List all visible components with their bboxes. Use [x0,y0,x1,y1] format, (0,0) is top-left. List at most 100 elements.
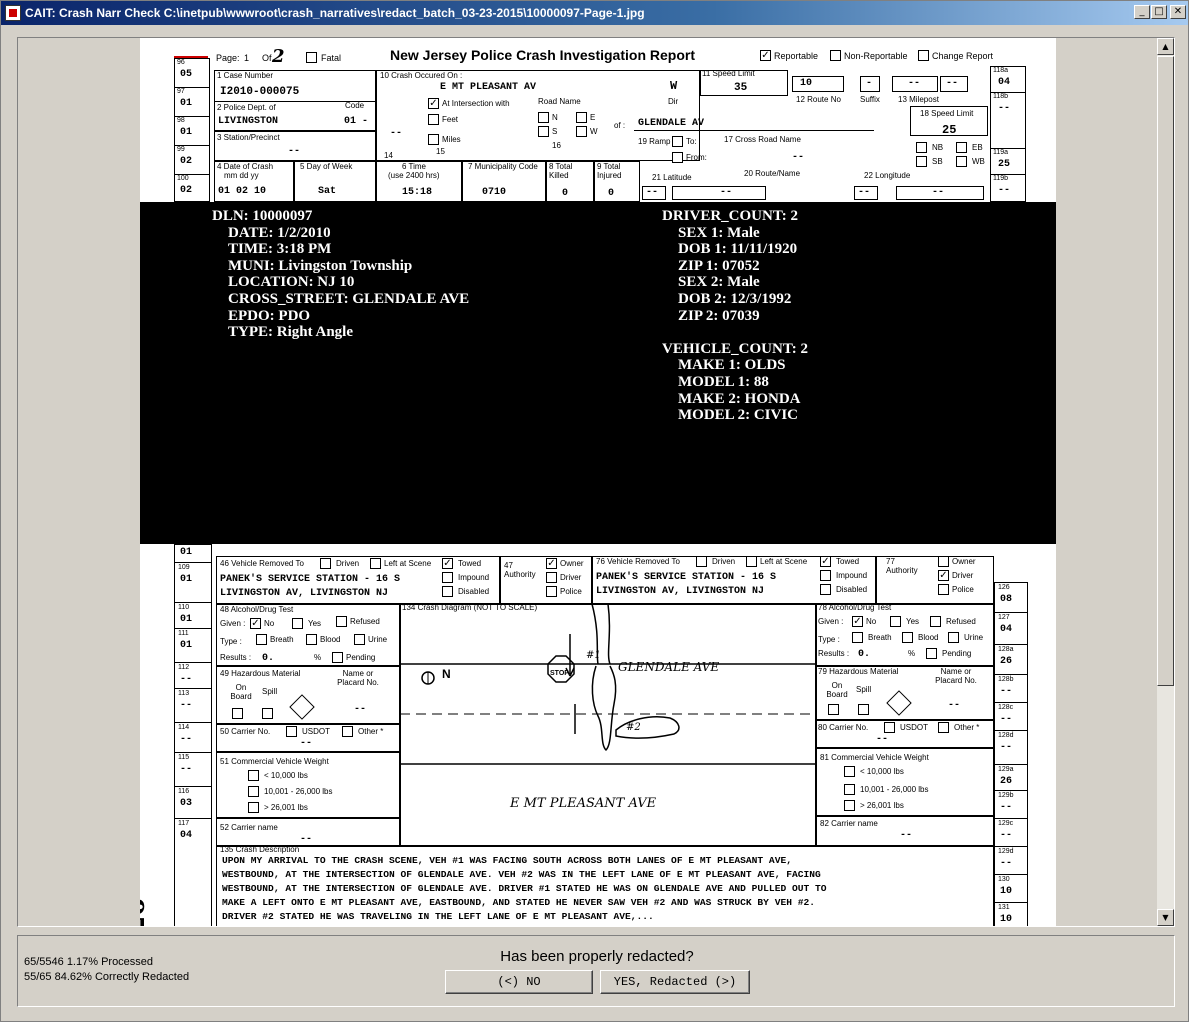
v1-hazmat-label: 49 Hazardous Material [220,669,301,678]
yes-redacted-button[interactable]: YES, Redacted (>) [600,970,750,994]
v1-removed-line1: PANEK'S SERVICE STATION - 16 S [220,574,401,585]
side-divider [174,145,210,146]
west-label: W [590,127,598,136]
image-viewer[interactable]: Page: 1 Of 2 Fatal New Jersey Police Cra… [17,37,1175,927]
feet-checkbox [428,114,439,125]
redaction-block: DLN: 10000097 DATE: 1/2/2010 TIME: 3:18 PM… [140,202,1056,544]
station-label: 3 Station/Precinct [217,133,280,142]
v1-breath-checkbox [256,634,267,645]
milepost-value: -- [908,78,921,89]
form-title: New Jersey Police Crash Investigation Re… [390,47,695,63]
side-code-label: 128c [998,704,1014,711]
fatal-label: Fatal [321,53,342,63]
side-divider [174,116,210,117]
side-code-label: 130 [998,876,1010,883]
side-divider [994,818,1028,819]
pleasant-handwritten: E MT PLEASANT AVE [510,796,657,811]
side-divider [990,92,1026,93]
vertical-scrollbar[interactable]: ▲ ▼ [1157,38,1174,926]
redaction-line: ZIP 2: 07039 [678,307,760,324]
wb-checkbox [956,156,967,167]
v2-pending-label: Pending [942,649,972,658]
review-question: Has been properly redacted? [500,948,694,965]
v2-disabled-checkbox [820,584,831,595]
crash-description-label: 135 Crash Description [220,845,300,854]
v2-breath-checkbox [852,632,863,643]
side-code-label: 129d [998,848,1014,855]
police-dept-label: 2 Police Dept. of [217,103,276,112]
maximize-button[interactable]: □ [1151,5,1167,19]
review-panel: 65/5546 1.17% Processed 55/65 84.62% Cor… [17,935,1175,1007]
v2-removed-line2: LIVINGSTON AV, LIVINGSTON NJ [596,586,765,597]
v1-removed-label: 46 Vehicle Removed To [220,559,304,568]
v2-usdot-checkbox [884,722,895,733]
side-code-value: 25 [998,159,1011,170]
side-code-value: 01 [180,127,193,138]
v2-refused-label: Refused [946,617,976,626]
v1-owner-checkbox: ✓ [546,558,557,569]
side-code-label: 100 [177,175,189,182]
police-dept-value: LIVINGSTON [218,116,279,127]
side-code-value: -- [1000,802,1013,813]
dow-label: 5 Day of Week [300,162,353,171]
v1-urine-label: Urine [368,635,388,644]
v2-police-checkbox [938,584,949,595]
non-reportable-checkbox [830,50,841,61]
side-code-label: 126 [998,584,1010,591]
side-divider [174,662,212,663]
v1-left-scene-checkbox [370,558,381,569]
title-bar[interactable]: CAIT: Crash Narr Check C:\inetpub\wwwroo… [1,1,1188,25]
scroll-down-icon[interactable]: ▼ [1157,909,1174,926]
v1-impound-label: Impound [458,573,490,582]
close-button[interactable]: ✕ [1170,5,1186,19]
v1-on-board-checkbox [232,708,243,719]
injured-value: 0 [608,188,615,199]
v2-driver-checkbox: ✓ [938,570,949,581]
side-divider [174,562,212,563]
side-code-label: 128d [998,732,1014,739]
side-divider [994,764,1028,765]
v2-placard-label: Name or Placard No. [935,667,977,685]
north-checkbox [538,112,549,123]
occurred-value: E MT PLEASANT AV [440,82,537,93]
side-divider [174,722,212,723]
v1-urine-checkbox [354,634,365,645]
non-reportable-label: Non-Reportable [844,51,908,61]
side-divider [990,148,1026,149]
scrollbar-thumb[interactable] [1157,56,1174,686]
side-code-value: 08 [1000,594,1013,605]
eb-checkbox [956,142,967,153]
side-divider [174,688,212,689]
side-code-label: 109 [178,564,190,571]
wb-label: WB [972,157,985,166]
case-number-label: 1 Case Number [217,71,274,80]
side-code-label: 129b [998,792,1014,799]
v1-impound-checkbox [442,572,453,583]
v2-authority-label: 77 Authority [886,557,918,575]
side-code-label: 114 [178,724,190,731]
dir-value: W [670,79,678,93]
minimize-button[interactable]: _ [1134,5,1150,19]
v2-carrier-no-label: 80 Carrier No. [818,723,869,732]
side-code-value: -- [1000,830,1013,841]
to-label: To: [686,137,697,146]
date-value: 01 02 10 [218,186,267,197]
v1-weight3-checkbox [248,802,259,813]
redaction-line: VEHICLE_COUNT: 2 [662,340,808,357]
nb-label: NB [932,143,944,152]
v1-driven-label: Driven [336,559,360,568]
nb-checkbox [916,142,927,153]
side-code-value: -- [998,103,1011,114]
no-button[interactable]: (<) NO [445,970,593,994]
description-line: UPON MY ARRIVAL TO THE CRASH SCENE, VEH … [222,855,792,866]
side-code-value: 01 [180,614,193,625]
dow-value: Sat [318,186,337,197]
longitude-label: 22 Longitude [864,171,911,180]
v2-spill-label: Spill [856,685,872,694]
cross-road-name-value: -- [792,152,805,163]
v1-other-checkbox [342,726,353,737]
route-no-label: 12 Route No [796,95,841,104]
v2-spill-checkbox [858,704,869,715]
v1-carrier-no-value: -- [300,738,313,749]
scroll-up-icon[interactable]: ▲ [1157,38,1174,55]
